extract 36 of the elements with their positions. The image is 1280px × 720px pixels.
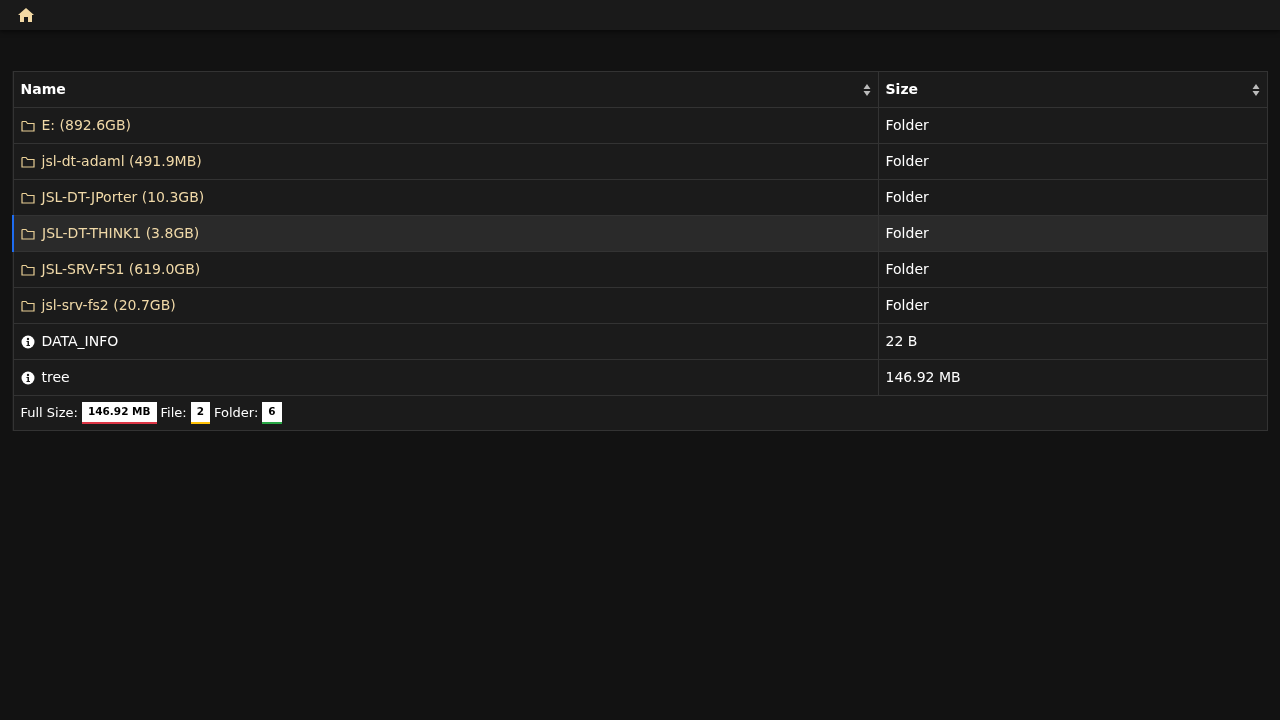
size-text: Folder — [885, 117, 929, 133]
summary-value: 2 — [190, 402, 211, 424]
folder-link[interactable]: JSL-SRV-FS1 (619.0GB) — [41, 259, 201, 280]
folder-icon — [20, 299, 35, 312]
file-name[interactable]: tree — [41, 367, 70, 388]
folder-icon — [20, 155, 35, 168]
folder-link[interactable]: JSL-DT-JPorter (10.3GB) — [41, 187, 205, 208]
info-icon — [20, 334, 35, 349]
folder-icon — [20, 191, 35, 204]
summary-label: Full Size: — [20, 404, 78, 423]
size-text: Folder — [885, 153, 929, 169]
size-text: 146.92 MB — [885, 369, 961, 385]
size-text: Folder — [885, 225, 929, 241]
file-name[interactable]: DATA_INFO — [41, 331, 119, 352]
sort-icon[interactable] — [862, 82, 871, 97]
summary-label: File: — [160, 404, 187, 423]
folder-link[interactable]: jsl-srv-fs2 (20.7GB) — [41, 295, 176, 316]
folder-link[interactable]: E: (892.6GB) — [41, 115, 131, 136]
column-header[interactable]: Size — [878, 71, 1268, 108]
home-icon[interactable] — [17, 7, 35, 23]
summary-value: 146.92 MB — [81, 402, 157, 424]
folder-link[interactable]: jsl-dt-adaml (491.9MB) — [41, 151, 202, 172]
size-text: 22 B — [885, 333, 918, 349]
folder-icon — [20, 263, 35, 276]
folder-icon — [20, 119, 35, 132]
table-row[interactable]: JSL-DT-THINK1 (3.8GB) Folder — [13, 215, 1268, 252]
size-text: Folder — [885, 261, 929, 277]
size-text: Folder — [885, 297, 929, 313]
summary-label: Folder: — [214, 404, 259, 423]
summary-value: 6 — [262, 402, 282, 424]
folder-icon — [21, 227, 35, 240]
column-header[interactable]: Name — [13, 71, 878, 108]
sort-icon[interactable] — [1252, 82, 1260, 97]
folder-link[interactable]: JSL-DT-THINK1 (3.8GB) — [42, 223, 200, 244]
size-text: Folder — [885, 189, 929, 205]
info-icon — [20, 370, 35, 385]
